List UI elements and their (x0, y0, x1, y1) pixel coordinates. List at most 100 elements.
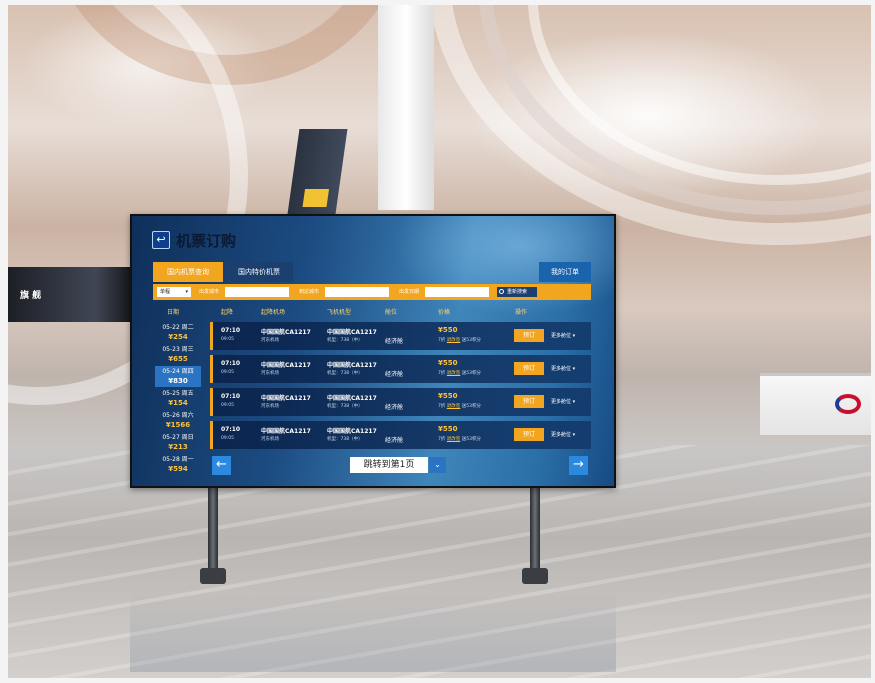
flight-list: 07:10 09:05 中国国航CA1217 河东机场 中国国航CA1217 机… (210, 322, 591, 452)
aircraft-flight: 中国国航CA1217 (327, 428, 377, 435)
cabin-class: 经济舱 (385, 371, 404, 378)
flight-row: 07:10 09:05 中国国航CA1217 河东机场 中国国航CA1217 机… (210, 421, 591, 449)
hall-pillar (378, 5, 434, 210)
date-item[interactable]: 05-23 周三 ¥655 (155, 344, 201, 365)
book-button[interactable]: 预订 (514, 329, 544, 342)
tab-bar: 国内机票查询 国内特价机票 我的订单 (153, 262, 591, 282)
more-cabins-button[interactable]: 更多舱位 ▾ (551, 332, 575, 339)
aircraft-flight: 中国国航CA1217 (327, 362, 377, 369)
my-orders-button[interactable]: 我的订单 (539, 262, 591, 282)
back-button[interactable]: ↩ (152, 231, 170, 249)
date-item[interactable]: 05-28 周一 ¥594 (155, 454, 201, 475)
more-cabins-button[interactable]: 更多舱位 ▾ (551, 398, 575, 405)
refund-policy-link[interactable]: 退改签 (447, 404, 461, 409)
depart-city-input[interactable] (225, 287, 289, 297)
points-text: 送53积分 (461, 437, 481, 442)
date-label: 05-22 周二 (162, 324, 194, 331)
date-label: 05-23 周三 (162, 346, 194, 353)
previous-page-button[interactable]: ← (212, 456, 231, 475)
search-button[interactable]: 重新搜索 (497, 287, 537, 297)
airport-name: 河东机场 (261, 371, 279, 376)
ticket-price: ¥550 (438, 359, 458, 367)
date-label: 05-24 周四 (162, 368, 194, 375)
header-date: 日期 (167, 309, 180, 316)
stand-foot-left (200, 568, 226, 584)
airport-name: 河东机场 (261, 437, 279, 442)
discount-text: 7折 (438, 437, 446, 442)
chevron-down-icon: ▾ (572, 333, 576, 339)
cabin-class: 经济舱 (385, 338, 404, 345)
airport-name: 河东机场 (261, 338, 279, 343)
departure-time: 07:10 (221, 426, 241, 433)
page-title: 机票订购 (176, 231, 237, 250)
date-lowest-price: ¥154 (168, 399, 188, 407)
aircraft-flight: 中国国航CA1217 (327, 395, 377, 402)
flight-row: 07:10 09:05 中国国航CA1217 河东机场 中国国航CA1217 机… (210, 322, 591, 350)
trip-type-value: 单程 (160, 289, 171, 295)
date-item[interactable]: 05-27 周日 ¥213 (155, 432, 201, 453)
floor-reflection (130, 592, 616, 672)
more-cabins-button[interactable]: 更多舱位 ▾ (551, 365, 575, 372)
date-item[interactable]: 05-25 周五 ¥154 (155, 388, 201, 409)
date-lowest-price: ¥830 (168, 377, 188, 385)
header-airport: 起降机场 (261, 309, 286, 316)
aircraft-model: 机型：738（中） (327, 437, 363, 442)
more-cabins-label: 更多舱位 (551, 432, 572, 438)
refund-policy-link[interactable]: 退改签 (447, 371, 461, 376)
date-list: 05-22 周二 ¥254 05-23 周三 ¥655 05-24 周四 ¥83… (155, 322, 201, 482)
date-lowest-price: ¥594 (168, 465, 188, 473)
departure-time: 07:10 (221, 393, 241, 400)
tab-domestic-query[interactable]: 国内机票查询 (153, 262, 223, 282)
wayfinding-sign (286, 129, 348, 221)
header-departure: 起降 (221, 309, 234, 316)
date-lowest-price: ¥213 (168, 443, 188, 451)
page-jump-select[interactable]: 跳转到第1页 (350, 457, 428, 473)
aircraft-model: 机型：738（中） (327, 404, 363, 409)
refund-policy-link[interactable]: 退改签 (447, 437, 461, 442)
book-button[interactable]: 预订 (514, 362, 544, 375)
tab-domestic-special[interactable]: 国内特价机票 (225, 262, 293, 282)
more-cabins-button[interactable]: 更多舱位 ▾ (551, 431, 575, 438)
refund-info: 7折 退改签 送53积分 (438, 403, 481, 409)
aircraft-model: 机型：738（中） (327, 338, 363, 343)
chevron-down-icon: ▾ (185, 289, 188, 295)
airline-flight: 中国国航CA1217 (261, 428, 311, 435)
points-text: 送53积分 (461, 371, 481, 376)
date-item-selected[interactable]: 05-24 周四 ¥830 (155, 366, 201, 387)
book-button[interactable]: 预订 (514, 428, 544, 441)
flight-row: 07:10 09:05 中国国航CA1217 河东机场 中国国航CA1217 机… (210, 388, 591, 416)
date-item[interactable]: 05-26 周六 ¥1566 (155, 410, 201, 431)
depart-date-label: 出发日期 (399, 289, 420, 295)
arrow-right-icon: → (573, 457, 584, 472)
refund-info: 7折 退改签 送53积分 (438, 436, 481, 442)
next-page-button[interactable]: → (569, 456, 588, 475)
chevron-down-icon: ▾ (572, 432, 576, 438)
book-button[interactable]: 预订 (514, 395, 544, 408)
date-lowest-price: ¥655 (168, 355, 188, 363)
stand-foot-right (522, 568, 548, 584)
airline-flight: 中国国航CA1217 (261, 395, 311, 402)
trip-type-select[interactable]: 单程 ▾ (157, 287, 191, 297)
ticket-price: ¥550 (438, 425, 458, 433)
search-bar: 单程 ▾ 出发城市 到达城市 出发日期 重新搜索 (153, 284, 591, 300)
date-item[interactable]: 05-22 周二 ¥254 (155, 322, 201, 343)
arrival-time: 09:05 (221, 403, 234, 408)
departure-time: 07:10 (221, 360, 241, 367)
date-lowest-price: ¥1566 (165, 421, 191, 429)
chevron-down-icon: ▾ (572, 399, 576, 405)
aircraft-model: 机型：738（中） (327, 371, 363, 376)
airline-logo-icon (835, 394, 861, 414)
arrow-left-icon: ← (216, 457, 227, 472)
arrive-city-label: 到达城市 (299, 289, 320, 295)
search-button-label: 重新搜索 (507, 289, 528, 295)
points-text: 送53积分 (461, 338, 481, 343)
refund-policy-link[interactable]: 退改签 (447, 338, 461, 343)
cabin-class: 经济舱 (385, 437, 404, 444)
arrive-city-input[interactable] (325, 287, 389, 297)
depart-date-input[interactable] (425, 287, 489, 297)
search-icon (499, 289, 504, 294)
more-cabins-label: 更多舱位 (551, 366, 572, 372)
ticket-booking-app: ↩ 机票订购 国内机票查询 国内特价机票 我的订单 单程 ▾ 出发城市 到达城市… (132, 216, 614, 486)
discount-text: 7折 (438, 371, 446, 376)
page-jump-dropdown[interactable]: ⌄ (429, 457, 446, 473)
